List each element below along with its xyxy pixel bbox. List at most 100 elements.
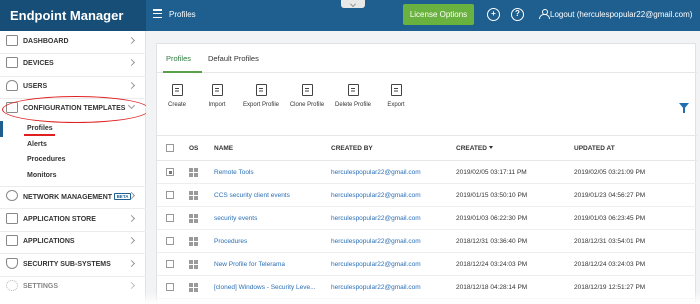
updated-date: 2018/12/24 03:24:03 PM	[574, 261, 646, 268]
import-icon	[211, 84, 223, 96]
windows-icon	[189, 168, 198, 177]
created-by-link[interactable]: herculespopular22@gmail.com	[331, 192, 421, 199]
table-row[interactable]: CCS security client events herculespopula…	[157, 184, 697, 207]
import-label: Import	[208, 102, 226, 108]
sidebar-item-applications[interactable]: APPLICATIONS	[0, 231, 146, 253]
clone-profile-label: Clone Profile	[289, 102, 325, 108]
menu-icon[interactable]	[153, 9, 162, 20]
delete-profile-button[interactable]: Delete Profile	[333, 84, 373, 108]
created-date: 2019/01/03 06:22:30 PM	[456, 215, 528, 222]
created-by-link[interactable]: herculespopular22@gmail.com	[331, 238, 421, 245]
help-icon[interactable]: ?	[511, 8, 524, 21]
sub-item-profiles[interactable]: Profiles	[27, 125, 53, 132]
row-checkbox[interactable]	[166, 191, 174, 199]
sidebar: DASHBOARD DEVICES USERS CONFIGURATION TE…	[0, 31, 146, 304]
row-checkbox[interactable]	[166, 283, 174, 291]
profile-name-link[interactable]: CCS security client events	[214, 192, 290, 199]
create-icon	[171, 84, 183, 96]
torn-edge	[0, 292, 700, 304]
export-profile-label: Export Profile	[242, 102, 279, 108]
row-checkbox[interactable]	[166, 237, 174, 245]
row-checkbox[interactable]	[166, 168, 174, 176]
table-row[interactable]: Remote Tools herculespopular22@gmail.com 2…	[157, 161, 697, 184]
user-icon	[539, 9, 550, 19]
column-created-label: CREATED	[456, 145, 487, 152]
shield-icon	[6, 258, 18, 269]
chevron-right-icon	[127, 81, 136, 90]
export-button[interactable]: Export	[384, 84, 408, 108]
created-date: 2018/12/31 03:36:40 PM	[456, 238, 528, 245]
license-options-button[interactable]: License Options	[403, 4, 474, 25]
created-by-link[interactable]: herculespopular22@gmail.com	[331, 169, 421, 176]
profiles-panel: Profiles Default Profiles Create Import …	[156, 43, 697, 304]
sub-item-monitors[interactable]: Monitors	[27, 172, 57, 179]
import-button[interactable]: Import	[205, 84, 229, 108]
row-checkbox[interactable]	[166, 260, 174, 268]
chevron-right-icon	[127, 281, 136, 290]
collapse-header-toggle[interactable]	[341, 0, 365, 8]
column-os[interactable]: OS	[189, 145, 198, 152]
windows-icon	[189, 283, 198, 292]
network-icon	[6, 190, 18, 201]
add-icon[interactable]: +	[487, 8, 500, 21]
clone-profile-button[interactable]: Clone Profile	[288, 84, 326, 108]
tab-bar: Profiles Default Profiles	[157, 44, 697, 73]
sidebar-item-label: SETTINGS	[23, 283, 59, 290]
windows-icon	[189, 237, 198, 246]
column-updated-at[interactable]: UPDATED AT	[574, 145, 615, 152]
chevron-right-icon	[127, 58, 136, 67]
sidebar-item-devices[interactable]: DEVICES	[0, 53, 146, 75]
logout-link[interactable]: Logout (herculespopular22@gmail.com)	[539, 9, 692, 19]
filter-icon[interactable]	[679, 103, 689, 113]
created-date: 2018/12/18 04:28:14 PM	[456, 284, 528, 291]
network-management-label: NETWORK MANAGEMENT	[23, 194, 113, 201]
column-created-by[interactable]: CREATED BY	[331, 145, 373, 152]
sidebar-item-application-store[interactable]: APPLICATION STORE	[0, 209, 146, 231]
sidebar-item-users[interactable]: USERS	[0, 76, 146, 98]
tab-profiles[interactable]: Profiles	[166, 54, 191, 63]
sidebar-item-label: DEVICES	[23, 60, 54, 67]
chevron-right-icon	[127, 236, 136, 245]
row-checkbox[interactable]	[166, 214, 174, 222]
active-tab-indicator	[163, 71, 202, 73]
sidebar-item-label: DASHBOARD	[23, 38, 69, 45]
create-label: Create	[167, 102, 186, 108]
chevron-right-icon	[127, 36, 136, 45]
gear-icon	[6, 280, 18, 291]
chevron-right-icon	[127, 214, 136, 223]
app-title: Endpoint Manager	[0, 0, 146, 31]
profile-name-link[interactable]: security events	[214, 215, 257, 222]
created-by-link[interactable]: herculespopular22@gmail.com	[331, 284, 421, 291]
table-header: OS NAME CREATED BY CREATED UPDATED AT	[157, 135, 697, 161]
tab-default-profiles[interactable]: Default Profiles	[208, 54, 259, 63]
created-date: 2019/02/05 03:17:11 PM	[456, 169, 527, 176]
profile-name-link[interactable]: [cloned] Windows - Security Leve...	[214, 284, 316, 291]
updated-date: 2018/12/31 03:54:01 PM	[574, 238, 646, 245]
profile-name-link[interactable]: Remote Tools	[214, 169, 254, 176]
profile-name-link[interactable]: New Profile for Telerama	[214, 261, 285, 268]
sidebar-item-label: USERS	[23, 83, 48, 90]
sidebar-item-label: APPLICATIONS	[23, 238, 75, 245]
table-row[interactable]: Procedures herculespopular22@gmail.com 201…	[157, 230, 697, 253]
sidebar-item-network-management[interactable]: NETWORK MANAGEMENT BETA	[0, 186, 146, 208]
export-icon	[390, 84, 402, 96]
column-name[interactable]: NAME	[214, 145, 233, 152]
top-bar: Endpoint Manager Profiles License Option…	[0, 0, 700, 31]
sidebar-item-dashboard[interactable]: DASHBOARD	[0, 31, 146, 53]
updated-date: 2019/01/03 06:23:45 PM	[574, 215, 646, 222]
main-content: Profiles Default Profiles Create Import …	[146, 31, 700, 304]
column-created[interactable]: CREATED	[456, 145, 493, 152]
logout-label: Logout (herculespopular22@gmail.com)	[550, 10, 693, 19]
create-button[interactable]: Create	[165, 84, 189, 108]
sub-item-procedures[interactable]: Procedures	[27, 156, 66, 163]
created-by-link[interactable]: herculespopular22@gmail.com	[331, 261, 421, 268]
delete-icon	[347, 84, 359, 96]
select-all-checkbox[interactable]	[166, 144, 174, 152]
table-row[interactable]: security events herculespopular22@gmail.c…	[157, 207, 697, 230]
created-by-link[interactable]: herculespopular22@gmail.com	[331, 215, 421, 222]
export-profile-button[interactable]: Export Profile	[241, 84, 281, 108]
profile-name-link[interactable]: Procedures	[214, 238, 247, 245]
table-row[interactable]: New Profile for Telerama herculespopular2…	[157, 253, 697, 276]
sidebar-item-security-sub-systems[interactable]: SECURITY SUB-SYSTEMS	[0, 254, 146, 276]
sub-item-alerts[interactable]: Alerts	[27, 141, 47, 148]
